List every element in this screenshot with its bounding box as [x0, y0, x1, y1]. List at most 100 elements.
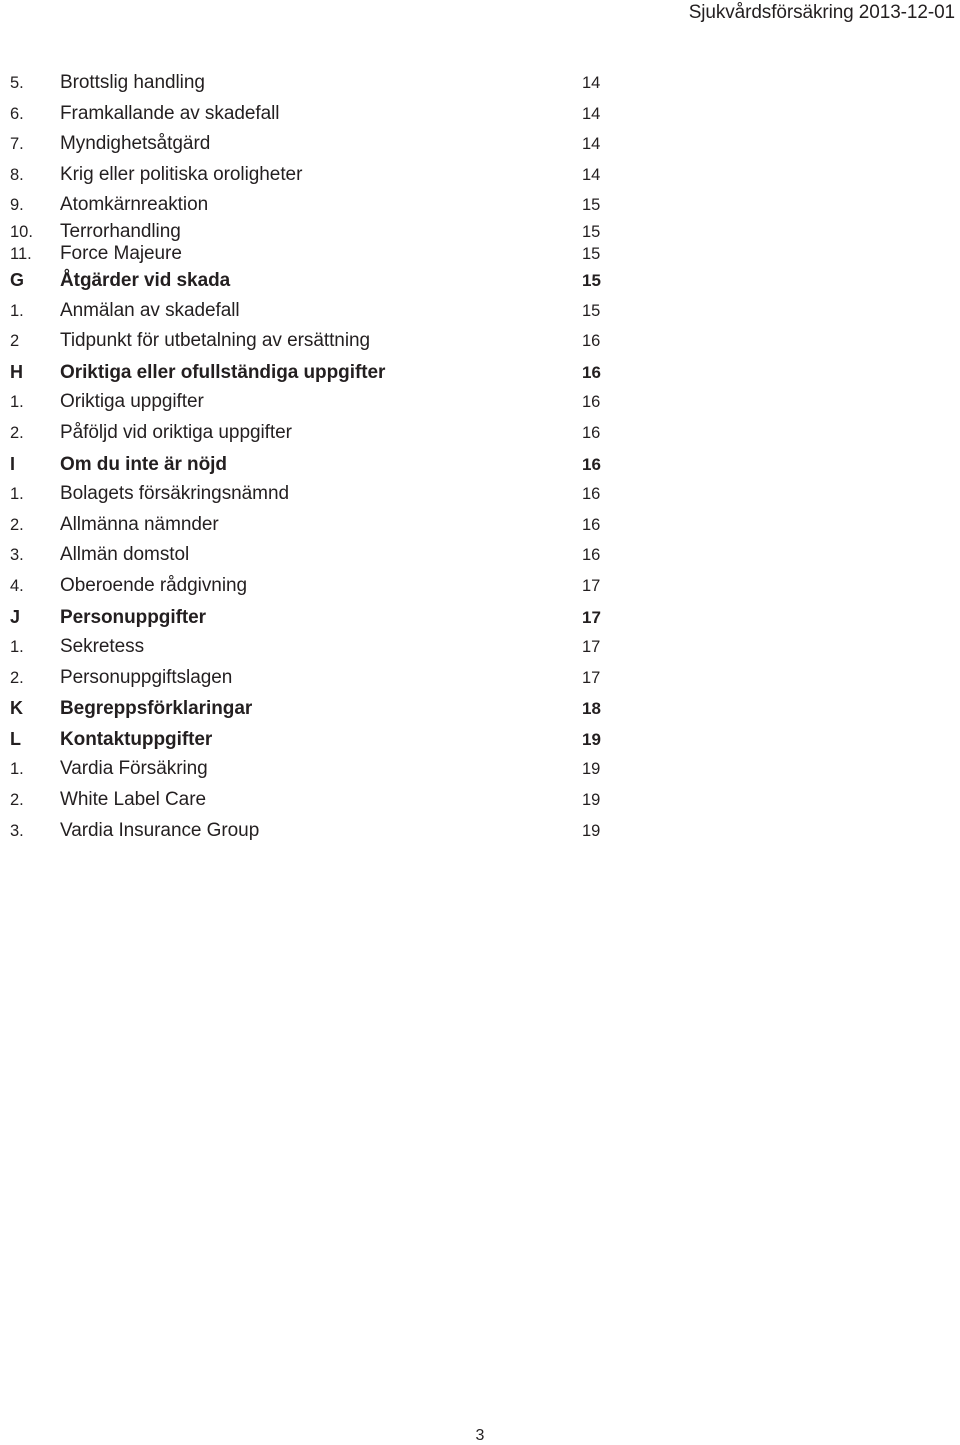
- toc-row-page: 16: [582, 393, 601, 412]
- toc-row-page: 15: [582, 222, 601, 241]
- toc-row-title[interactable]: Oberoende rådgivning: [60, 571, 582, 602]
- toc-row[interactable]: H Oriktiga eller ofullständiga uppgifter 1…: [10, 357, 630, 388]
- toc-row-title[interactable]: Bolagets försäkringsnämnd: [60, 479, 582, 510]
- toc-row-number: 2.: [10, 515, 24, 534]
- toc-row-page: 16: [582, 423, 601, 442]
- toc-row[interactable]: 10. Terrorhandling 15: [10, 221, 630, 243]
- toc-row-number: 7.: [10, 135, 24, 154]
- toc-row-title[interactable]: Personuppgiftslagen: [60, 663, 582, 694]
- toc-row-title[interactable]: Kontaktuppgifter: [60, 725, 582, 756]
- toc-row-title[interactable]: Allmänna nämnder: [60, 510, 582, 541]
- toc-row-number: L: [10, 728, 21, 749]
- toc-row[interactable]: 9. Atomkärnreaktion 15: [10, 190, 630, 221]
- toc-row[interactable]: 1. Sekretess 17: [10, 632, 630, 663]
- toc-row-page: 14: [582, 165, 601, 184]
- toc-row[interactable]: 3. Vardia Insurance Group 19: [10, 816, 630, 847]
- toc-row[interactable]: 4. Oberoende rådgivning 17: [10, 571, 630, 602]
- toc-row[interactable]: 1. Bolagets försäkringsnämnd 16: [10, 479, 630, 510]
- toc-row-title[interactable]: Allmän domstol: [60, 540, 582, 571]
- toc-row[interactable]: 2. Personuppgiftslagen 17: [10, 663, 630, 694]
- page-footer: 3: [0, 1427, 960, 1445]
- toc-row-page: 17: [582, 668, 601, 687]
- toc-row-page: 19: [582, 821, 601, 840]
- toc-row-number: 1.: [10, 393, 24, 412]
- toc-row[interactable]: 1. Oriktiga uppgifter 16: [10, 387, 630, 418]
- toc-row[interactable]: 11. Force Majeure 15: [10, 243, 630, 265]
- toc-row[interactable]: 2 Tidpunkt för utbetalning av ersättning 1…: [10, 326, 630, 357]
- toc-row[interactable]: 7. Myndighetsåtgärd 14: [10, 129, 630, 160]
- toc-row-title[interactable]: White Label Care: [60, 785, 582, 816]
- toc-row-page: 19: [582, 791, 601, 810]
- toc-row-number: K: [10, 698, 23, 719]
- toc-row[interactable]: 2. White Label Care 19: [10, 785, 630, 816]
- toc-row-title[interactable]: Anmälan av skadefall: [60, 296, 582, 327]
- toc-row-page: 14: [582, 74, 601, 92]
- toc-row-number: 3.: [10, 546, 24, 565]
- toc-row-page: 15: [582, 244, 601, 263]
- toc-row-title[interactable]: Oriktiga uppgifter: [60, 387, 582, 418]
- toc-row-title[interactable]: Vardia Försäkring: [60, 754, 582, 785]
- toc-row-number: 8.: [10, 165, 24, 184]
- toc-row-page: 16: [582, 546, 601, 565]
- toc-row-number: I: [10, 453, 16, 474]
- running-header: Sjukvårdsförsäkring 2013-12-01: [0, 0, 955, 40]
- toc-row[interactable]: 3. Allmän domstol 16: [10, 540, 630, 571]
- toc-row[interactable]: 1. Vardia Försäkring 19: [10, 754, 630, 785]
- toc-row[interactable]: K Begreppsförklaringar 18: [10, 693, 630, 724]
- toc-row-title[interactable]: Om du inte är nöjd: [60, 450, 582, 481]
- toc-row-page: 14: [582, 104, 601, 123]
- toc-row-title[interactable]: Begreppsförklaringar: [60, 694, 582, 725]
- toc-row-page: 16: [582, 362, 601, 382]
- toc-row-number: 5.: [10, 74, 24, 92]
- toc-row-number: 1.: [10, 760, 24, 779]
- table-of-contents: 5. Brottslig handling 14 6. Framkallande av …: [10, 68, 630, 846]
- toc-row-page: 17: [582, 638, 601, 657]
- toc-row-number: 1.: [10, 301, 24, 320]
- toc-row[interactable]: 6. Framkallande av skadefall 14: [10, 99, 630, 130]
- toc-row[interactable]: 1. Anmälan av skadefall 15: [10, 296, 630, 327]
- toc-row-page: 16: [582, 485, 601, 504]
- toc-row-title[interactable]: Oriktiga eller ofullständiga uppgifter: [60, 358, 582, 389]
- toc-row[interactable]: 8. Krig eller politiska oroligheter 14: [10, 160, 630, 191]
- toc-row-page: 15: [582, 270, 601, 290]
- toc-row-page: 17: [582, 576, 601, 595]
- toc-row-title[interactable]: Terrorhandling: [60, 221, 582, 243]
- toc-row-title[interactable]: Brottslig handling: [60, 68, 582, 99]
- toc-row-number: G: [10, 269, 25, 290]
- toc-row-page: 17: [582, 607, 601, 627]
- toc-row-number: J: [10, 606, 21, 627]
- toc-row-number: 1.: [10, 485, 24, 504]
- toc-row[interactable]: G Åtgärder vid skada 15: [10, 265, 630, 296]
- toc-row-number: 9.: [10, 196, 24, 215]
- document-title: Sjukvårdsförsäkring 2013-12-01: [688, 2, 955, 23]
- toc-row-page: 16: [582, 515, 601, 534]
- toc-row-title[interactable]: Åtgärder vid skada: [60, 266, 582, 297]
- toc-row-title[interactable]: Force Majeure: [60, 243, 582, 265]
- toc-row[interactable]: J Personuppgifter 17: [10, 602, 630, 633]
- toc-row-title[interactable]: Sekretess: [60, 632, 582, 663]
- toc-row[interactable]: 2. Påföljd vid oriktiga uppgifter 16: [10, 418, 630, 449]
- toc-row-title[interactable]: Myndighetsåtgärd: [60, 129, 582, 160]
- toc-row-number: 10.: [10, 222, 33, 241]
- toc-row[interactable]: L Kontaktuppgifter 19: [10, 724, 630, 755]
- toc-row-number: 2.: [10, 668, 24, 687]
- toc-row-title[interactable]: Vardia Insurance Group: [60, 816, 582, 847]
- toc-row-title[interactable]: Påföljd vid oriktiga uppgifter: [60, 418, 582, 449]
- toc-row[interactable]: 2. Allmänna nämnder 16: [10, 510, 630, 541]
- toc-row[interactable]: I Om du inte är nöjd 16: [10, 449, 630, 480]
- toc-row-number: H: [10, 361, 23, 382]
- toc-row-number: 2.: [10, 423, 24, 442]
- toc-row-title[interactable]: Framkallande av skadefall: [60, 99, 582, 130]
- toc-row[interactable]: 5. Brottslig handling 14: [10, 68, 630, 99]
- toc-row-title[interactable]: Krig eller politiska oroligheter: [60, 160, 582, 191]
- toc-row-title[interactable]: Personuppgifter: [60, 603, 582, 634]
- toc-row-number: 11.: [10, 244, 32, 263]
- page-number: 3: [475, 1427, 485, 1444]
- toc-row-number: 2: [10, 332, 20, 351]
- toc-row-page: 15: [582, 196, 601, 215]
- toc-row-number: 3.: [10, 821, 24, 840]
- toc-row-page: 19: [582, 760, 601, 779]
- toc-row-title[interactable]: Atomkärnreaktion: [60, 190, 582, 221]
- toc-row-number: 6.: [10, 104, 24, 123]
- toc-row-title[interactable]: Tidpunkt för utbetalning av ersättning: [60, 326, 582, 357]
